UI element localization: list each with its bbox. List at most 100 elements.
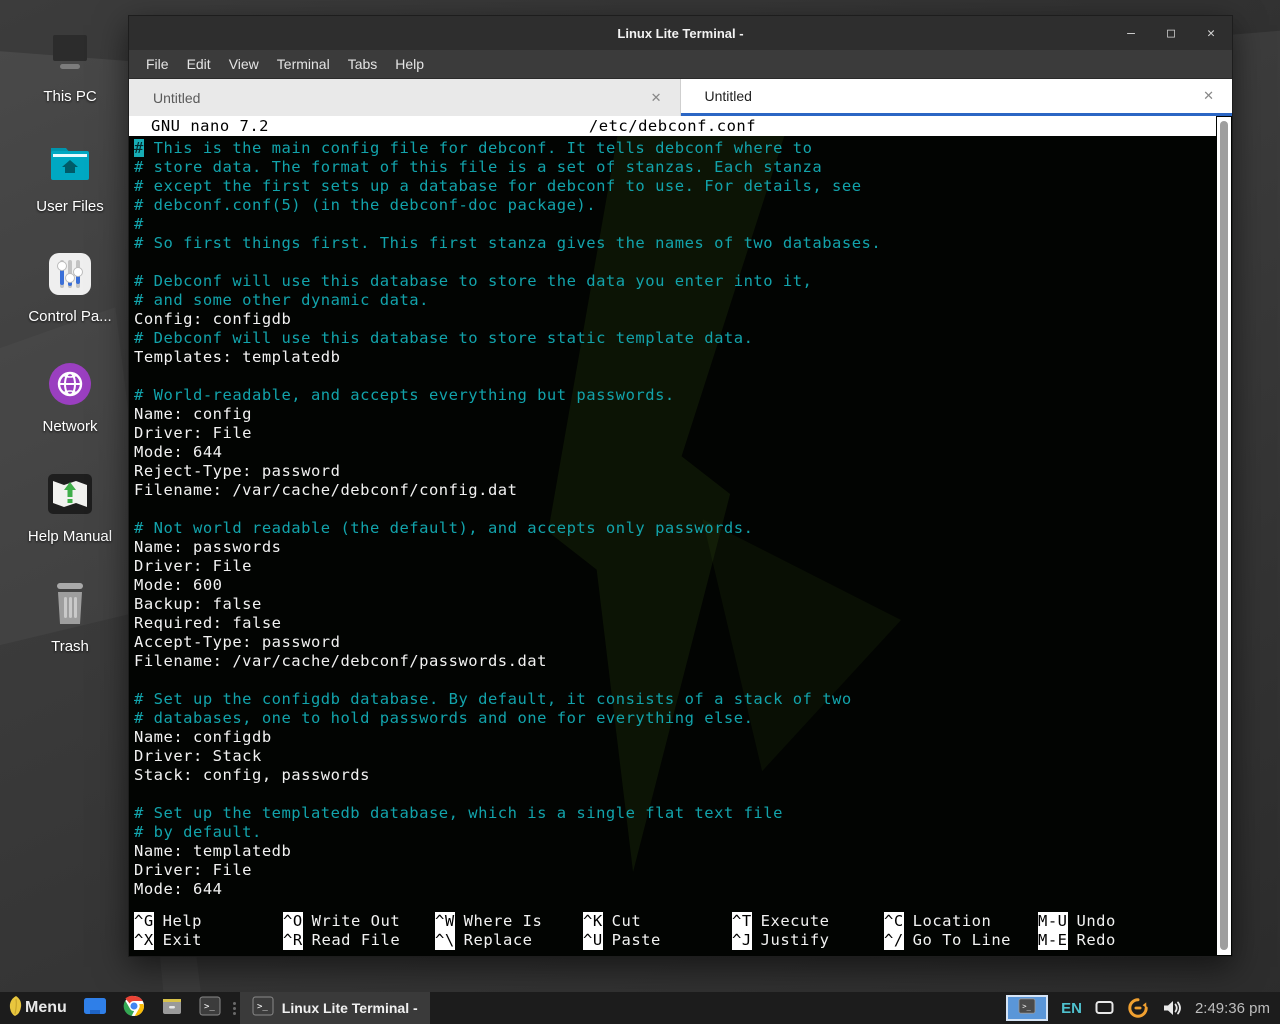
control-panel-icon [44, 248, 96, 300]
nano-text-line: Name: templatedb [134, 842, 1214, 861]
menu-button[interactable]: Menu [0, 992, 75, 1024]
nano-text-line: # Not world readable (the default), and … [134, 519, 1214, 538]
nano-text-line: Name: configdb [134, 728, 1214, 747]
show-desktop-launcher-button[interactable] [75, 992, 115, 1024]
menu-item-help[interactable]: Help [386, 53, 433, 75]
terminal-window: Linux Lite Terminal - – □ ✕ FileEditView… [128, 15, 1233, 957]
desktop-icon-label: Help Manual [28, 528, 112, 545]
nano-text-line: # and some other dynamic data. [134, 291, 1214, 310]
window-title: Linux Lite Terminal - [617, 26, 743, 41]
shortcut-label: Execute [761, 912, 830, 931]
minimize-button[interactable]: – [1124, 26, 1138, 41]
help-manual-icon [44, 468, 96, 520]
shortcut-key: ^/ [884, 931, 904, 950]
taskbar-window-button[interactable]: >_ Linux Lite Terminal - [240, 992, 430, 1024]
nano-text-line: Filename: /var/cache/debconf/config.dat [134, 481, 1214, 500]
nano-text-line: Name: config [134, 405, 1214, 424]
terminal-tab-2[interactable]: Untitled ✕ [681, 79, 1233, 116]
nano-text-line: Templates: templatedb [134, 348, 1214, 367]
taskbar-separator [229, 1002, 240, 1015]
desktop-icon-network[interactable]: Network [18, 350, 122, 460]
scrollbar-track[interactable] [1217, 117, 1231, 955]
desktop-icon-help-manual[interactable]: Help Manual [18, 460, 122, 570]
taskbar-clock[interactable]: 2:49:36 pm [1195, 1000, 1270, 1017]
nano-text-line: # So first things first. This first stan… [134, 234, 1214, 253]
shortcut-label: Location [913, 912, 992, 931]
nano-text-line: Required: false [134, 614, 1214, 633]
nano-text-line: Accept-Type: password [134, 633, 1214, 652]
display-tray-icon[interactable] [1095, 1000, 1114, 1016]
nano-shortcut-redo: M-E Redo [1038, 931, 1208, 950]
nano-text-line: # Debconf will use this database to stor… [134, 272, 1214, 291]
nano-shortcut-read-file: ^RRead File [283, 931, 435, 950]
nano-blank-line [134, 253, 1214, 272]
desktop-icon-this-pc[interactable]: This PC [18, 20, 122, 130]
nano-text-line: # This is the main config file for debco… [134, 139, 1214, 158]
desktop-icon-trash[interactable]: Trash [18, 570, 122, 680]
updates-tray-icon[interactable] [1127, 997, 1149, 1019]
shortcut-key: ^\ [435, 931, 455, 950]
shortcut-label: Justify [761, 931, 830, 950]
nano-text-line: # Set up the configdb database. By defau… [134, 690, 1214, 709]
shortcut-label: Paste [612, 931, 661, 950]
nano-shortcut-execute: ^TExecute [732, 912, 884, 931]
nano-version: GNU nano 7.2 [151, 116, 269, 136]
nano-text-line: Mode: 600 [134, 576, 1214, 595]
terminal-pane[interactable]: GNU nano 7.2 /etc/debconf.conf # This is… [129, 116, 1232, 956]
tab-label: Untitled [705, 88, 752, 104]
chrome-icon [123, 995, 145, 1022]
scrollbar-thumb[interactable] [1220, 121, 1228, 950]
shortcut-key: ^R [283, 931, 303, 950]
chrome-launcher-button[interactable] [115, 992, 153, 1024]
network-icon [44, 358, 96, 410]
terminal-tab-1[interactable]: Untitled✕ [129, 79, 681, 116]
nano-text-line: Driver: Stack [134, 747, 1214, 766]
taskbar: Menu >_ >_ Linux Lite Terminal - >_ EN 2:49… [0, 992, 1280, 1024]
taskbar-window-title: Linux Lite Terminal - [282, 1000, 418, 1016]
desktop-icon-column: This PC User Files Control Pa... Network Hel… [18, 20, 122, 680]
terminal-launcher-launcher-button[interactable]: >_ [191, 992, 229, 1024]
shortcut-key: ^G [134, 912, 154, 931]
shortcut-label: Exit [163, 931, 202, 950]
nano-shortcut-where-is: ^WWhere Is [435, 912, 583, 931]
shortcut-key: M-E [1038, 931, 1068, 950]
user-files-icon [44, 138, 96, 190]
tab-bar: Untitled✕Untitled✕ [129, 79, 1232, 116]
tab-close-icon[interactable]: ✕ [1203, 88, 1214, 104]
desktop-icon-label: Network [42, 418, 97, 435]
menu-item-edit[interactable]: Edit [178, 53, 220, 75]
volume-tray-icon[interactable] [1162, 999, 1182, 1017]
nano-edit-area[interactable]: # This is the main config file for debco… [129, 136, 1232, 899]
desktop-icon-label: Control Pa... [28, 308, 111, 325]
menu-button-label: Menu [25, 999, 67, 1017]
menu-item-file[interactable]: File [137, 53, 178, 75]
close-button[interactable]: ✕ [1204, 26, 1218, 41]
nano-text-line: Driver: File [134, 557, 1214, 576]
menu-item-view[interactable]: View [220, 53, 268, 75]
shortcut-label: Redo [1077, 931, 1116, 950]
desktop-icon-label: User Files [36, 198, 104, 215]
linuxlite-logo-icon [8, 995, 23, 1022]
svg-text:>_: >_ [257, 1002, 268, 1012]
archive-manager-launcher-button[interactable] [153, 992, 191, 1024]
window-titlebar[interactable]: Linux Lite Terminal - – □ ✕ [129, 16, 1232, 50]
desktop-icon-control-panel[interactable]: Control Pa... [18, 240, 122, 350]
desktop-icon-user-files[interactable]: User Files [18, 130, 122, 240]
tab-close-icon[interactable]: ✕ [651, 90, 662, 106]
archive-manager-icon [161, 996, 183, 1021]
svg-text:>_: >_ [1022, 1001, 1031, 1010]
menu-item-tabs[interactable]: Tabs [339, 53, 387, 75]
shortcut-label: Cut [612, 912, 642, 931]
nano-cursor: # [134, 139, 144, 157]
maximize-button[interactable]: □ [1164, 26, 1178, 41]
nano-text-line: # World-readable, and accepts everything… [134, 386, 1214, 405]
shortcut-label: Replace [464, 931, 533, 950]
nano-blank-line [134, 785, 1214, 804]
nano-shortcut-location: ^CLocation [884, 912, 1038, 931]
workspace-pager[interactable]: >_ [1006, 995, 1048, 1021]
nano-shortcut-row: ^GHelp^OWrite Out^WWhere Is^KCut^TExecut… [134, 912, 1232, 931]
desktop-icon-label: This PC [43, 88, 96, 105]
menu-item-terminal[interactable]: Terminal [268, 53, 339, 75]
language-indicator[interactable]: EN [1061, 1000, 1082, 1017]
shortcut-key: ^J [732, 931, 752, 950]
